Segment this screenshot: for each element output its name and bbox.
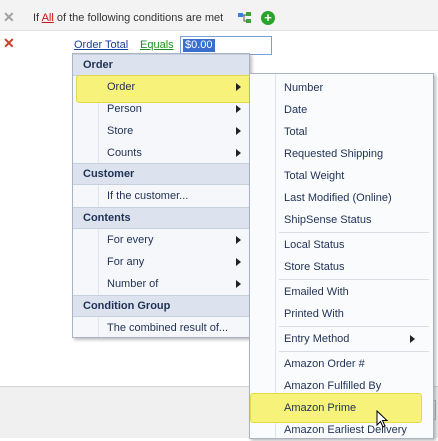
if-label: If <box>33 12 40 24</box>
delete-condition-icon[interactable]: ✕ <box>3 36 15 50</box>
submenu-arrow-icon <box>236 236 241 244</box>
submenu-item-last-modified[interactable]: Last Modified (Online) <box>250 187 433 209</box>
menu-item-counts[interactable]: Counts <box>73 142 249 164</box>
submenu-item-store-status[interactable]: Store Status <box>250 256 433 278</box>
rule-match-text: If All of the following conditions are m… <box>33 12 223 24</box>
group-header-customer: Customer <box>73 163 249 185</box>
submenu-item-printed-with[interactable]: Printed With <box>250 303 433 325</box>
menu-separator <box>279 279 429 280</box>
submenu-item-amazon-order[interactable]: Amazon Order # <box>250 353 433 375</box>
submenu-item-requested-shipping[interactable]: Requested Shipping <box>250 143 433 165</box>
menu-item-combined-result[interactable]: The combined result of... <box>73 317 249 339</box>
add-group-icon[interactable] <box>238 12 252 24</box>
menu-item-if-customer[interactable]: If the customer... <box>73 185 249 207</box>
menu-item-person[interactable]: Person <box>73 98 249 120</box>
submenu-item-date[interactable]: Date <box>250 99 433 121</box>
condition-type-menu: Order Order Person Store Counts Customer… <box>72 53 256 339</box>
submenu-item-amazon-prime[interactable]: Amazon Prime <box>250 397 433 419</box>
submenu-arrow-icon <box>236 149 241 157</box>
menu-item-order[interactable]: Order <box>73 76 249 98</box>
group-header-order: Order <box>73 54 249 76</box>
match-qualifier-link[interactable]: All <box>42 12 54 24</box>
submenu-arrow-icon <box>236 127 241 135</box>
submenu-arrow-icon <box>236 258 241 266</box>
submenu-arrow-icon <box>236 83 241 91</box>
add-condition-icon[interactable]: + <box>261 11 275 25</box>
menu-separator <box>279 232 429 233</box>
order-field-submenu: Number Date Total Requested Shipping Tot… <box>249 73 434 439</box>
submenu-arrow-icon <box>236 280 241 288</box>
group-header-condition-group: Condition Group <box>73 295 249 317</box>
mouse-cursor-icon <box>376 410 389 428</box>
condition-field-link[interactable]: Order Total <box>74 39 128 51</box>
submenu-item-shipsense-status[interactable]: ShipSense Status <box>250 209 433 231</box>
submenu-item-total[interactable]: Total <box>250 121 433 143</box>
submenu-item-local-status[interactable]: Local Status <box>250 234 433 256</box>
submenu-item-entry-method[interactable]: Entry Method <box>250 328 433 350</box>
submenu-item-total-weight[interactable]: Total Weight <box>250 165 433 187</box>
group-header-contents: Contents <box>73 207 249 229</box>
menu-separator <box>279 351 429 352</box>
submenu-arrow-icon <box>410 335 415 343</box>
submenu-arrow-icon <box>236 105 241 113</box>
condition-value-text: $0.00 <box>183 39 215 52</box>
submenu-item-amazon-earliest-delivery[interactable]: Amazon Earliest Delivery <box>250 419 433 441</box>
menu-separator <box>279 326 429 327</box>
submenu-item-number[interactable]: Number <box>250 77 433 99</box>
menu-item-for-any[interactable]: For any <box>73 251 249 273</box>
menu-item-for-every[interactable]: For every <box>73 229 249 251</box>
match-suffix: of the following conditions are met <box>56 12 224 24</box>
menu-item-store[interactable]: Store <box>73 120 249 142</box>
menu-item-number-of[interactable]: Number of <box>73 273 249 295</box>
condition-operator-link[interactable]: Equals <box>140 39 174 51</box>
remove-rule-icon[interactable]: ✕ <box>3 10 15 24</box>
submenu-item-emailed-with[interactable]: Emailed With <box>250 281 433 303</box>
